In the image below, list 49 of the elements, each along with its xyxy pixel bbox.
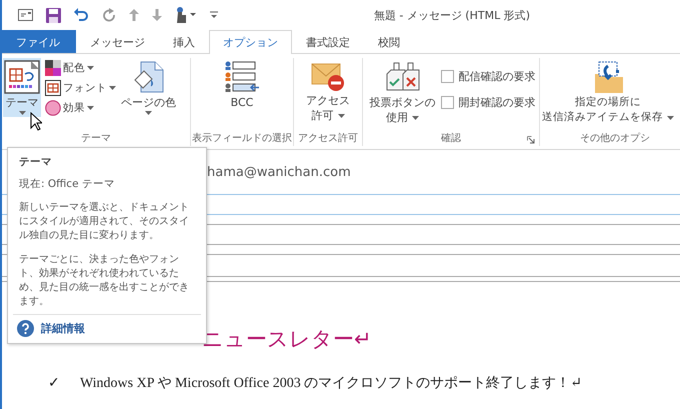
font-icon [45,80,61,96]
ribbon-button[interactable]: 配色 [43,59,118,77]
tooltip-paragraph: テーマごとに、決まった色やフォント、効果がそれぞれ使われているため、見た目の統一感を出すことができます。 [19,253,190,309]
help-icon [17,320,34,337]
ribbon-tab[interactable]: オプション [209,30,292,54]
save-icon[interactable] [46,8,61,22]
dialog-launcher-icon[interactable] [527,136,535,144]
group-label: アクセス許可 [297,132,359,146]
ribbon-tab[interactable]: メッセージ [76,30,159,53]
current-theme-text: 現在: Office テーマ [19,177,116,191]
ribbon-tab[interactable]: 校閲 [364,30,414,53]
ribbon-button[interactable]: フォント [43,79,118,97]
tooltip-paragraph: 新しいテーマを選ぶと、ドキュメントにスタイルが適用されて、そのスタイル独自の見た目に変わります。 [19,201,190,243]
ribbon-tab[interactable]: 挿入 [159,30,209,53]
checkbox[interactable]: 開封確認の要求 [440,90,536,114]
checkbox[interactable]: 配信確認の要求 [440,64,536,88]
group-label: 表示フィールドの選択 [191,132,293,146]
ribbon-button[interactable]: ページの色 [120,58,177,117]
check-mark-icon: ✓ [48,374,60,392]
theme-icon [4,60,40,94]
ribbon-button[interactable]: 効果 [43,99,118,117]
ribbon-button[interactable]: 投票ボタンの 使用 [366,58,438,126]
checkbox-box[interactable] [440,70,454,83]
undo-icon[interactable] [74,8,89,22]
effects-icon [45,100,61,116]
newsletter-heading: ニュースレター↵ [202,327,372,351]
ribbon-button[interactable]: テーマ [3,58,41,117]
ribbon-button[interactable]: BCC [221,58,263,111]
ribbon-button[interactable]: 指定の場所に 送信済みアイテムを保存 [541,58,675,126]
mouse-pointer-icon [30,112,42,131]
redo-icon[interactable] [102,8,116,22]
color-swatch-icon [45,60,61,76]
touch-mode-icon[interactable] [175,7,197,23]
ribbon-tab[interactable]: 書式設定 [292,30,364,53]
envelope-icon[interactable] [18,9,33,21]
bcc-icon [224,60,260,94]
group-label: その他のオプシ [579,132,651,146]
body-text: Windows XP や Microsoft Office 2003 のマイクロソフトのサポート終了します！↵ [80,374,582,392]
checkbox-box[interactable] [440,96,454,109]
recipient-address: hama@wanichan.com [207,164,351,180]
customize-menu-icon[interactable] [210,11,218,19]
page-color-icon [132,60,164,94]
ribbon-tab[interactable]: ファイル [0,30,76,53]
group-label: テーマ [80,132,112,146]
window-title: 無題 - メッセージ (HTML 形式) [374,8,530,22]
ribbon-button[interactable]: アクセス 許可 [303,58,353,124]
tooltip-title: テーマ [19,155,53,169]
more-info-link[interactable]: 詳細情報 [41,321,85,336]
group-label: 確認 [440,132,462,146]
